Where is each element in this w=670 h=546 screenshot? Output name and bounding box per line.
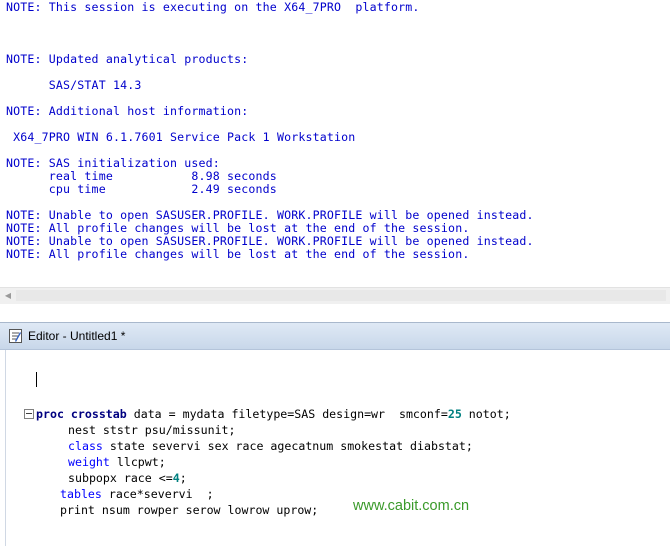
log-line: X64_7PRO WIN 6.1.7601 Service Pack 1 Wor…	[6, 130, 356, 144]
code-text: state severvi sex race agecatnum smokest…	[102, 439, 473, 453]
code-statement: class	[68, 439, 103, 453]
code-line[interactable]: tables race*severvi ;	[60, 487, 214, 501]
editor-titlebar[interactable]: Editor - Untitled1 *	[0, 323, 670, 350]
code-line[interactable]: nest ststr psu/missunit;	[68, 423, 236, 437]
code-line[interactable]: print nsum rowper serow lowrow uprow;	[60, 503, 318, 517]
code-text: ;	[179, 471, 187, 485]
code-number: 25	[447, 407, 462, 421]
watermark-text: www.cabit.com.cn	[353, 498, 470, 514]
code-text: data = mydata filetype=SAS design=wr smc…	[126, 407, 448, 421]
editor-title: Editor - Untitled1 *	[28, 329, 126, 343]
code-text: subpopx race <=	[68, 471, 173, 485]
log-line: NOTE: Additional host information:	[6, 104, 249, 118]
code-statement: tables	[60, 487, 102, 501]
log-line: cpu time 2.49 seconds	[6, 182, 277, 196]
editor-window[interactable]: Editor - Untitled1 * proc crosstab data …	[0, 322, 670, 546]
scrollbar-thumb[interactable]	[16, 290, 666, 301]
code-line[interactable]: class state severvi sex race agecatnum s…	[68, 439, 473, 453]
code-number: 4	[172, 471, 180, 485]
log-pane[interactable]: NOTE: This session is executing on the X…	[0, 0, 670, 287]
text-cursor	[36, 372, 37, 387]
code-editor[interactable]: proc crosstab data = mydata filetype=SAS…	[0, 350, 670, 546]
editor-document-icon	[9, 329, 22, 343]
code-line[interactable]: proc crosstab data = mydata filetype=SAS…	[36, 407, 511, 421]
log-horizontal-scrollbar[interactable]: ◀	[0, 287, 670, 304]
log-line: NOTE: All profile changes will be lost a…	[6, 247, 470, 261]
editor-border	[5, 350, 6, 546]
code-text: llcpwt;	[109, 455, 166, 469]
code-text: print nsum rowper serow lowrow uprow;	[60, 503, 319, 517]
collapse-block-icon[interactable]	[24, 409, 34, 419]
scroll-left-arrow-icon[interactable]: ◀	[3, 291, 13, 301]
code-text: notot;	[461, 407, 511, 421]
code-line[interactable]: subpopx race <=4;	[68, 471, 187, 485]
log-line: SAS/STAT 14.3	[6, 78, 142, 92]
log-line: NOTE: This session is executing on the X…	[6, 0, 420, 14]
code-line[interactable]: weight llcpwt;	[68, 455, 166, 469]
pane-gap	[0, 304, 670, 322]
code-text: nest ststr psu/missunit;	[68, 423, 236, 437]
code-text: race*severvi ;	[101, 487, 214, 501]
log-line: NOTE: Updated analytical products:	[6, 52, 249, 66]
code-statement: weight	[68, 455, 110, 469]
code-keyword: proc crosstab	[36, 407, 127, 421]
